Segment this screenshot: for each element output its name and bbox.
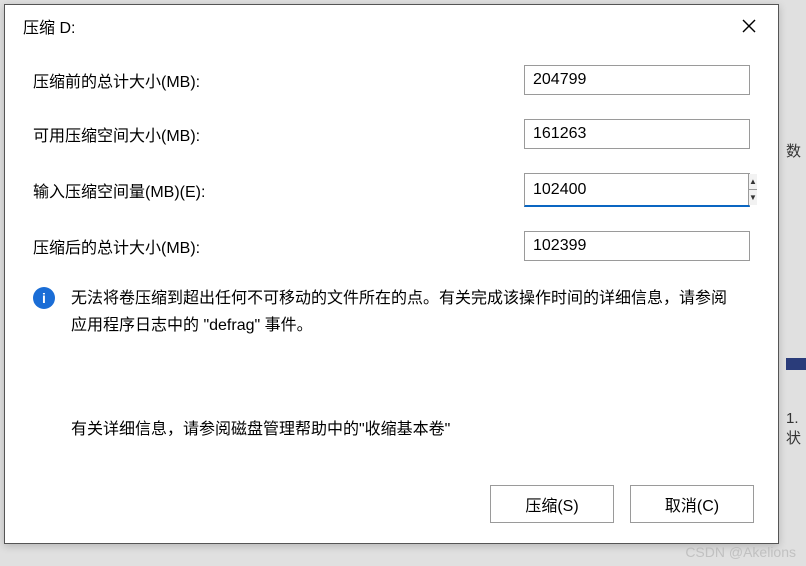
info-icon: i: [33, 287, 55, 309]
dialog-buttons: 压缩(S) 取消(C): [490, 485, 754, 523]
spinner-up-button[interactable]: ▲: [749, 174, 757, 190]
shrink-amount-spinner[interactable]: ▲ ▼: [524, 173, 750, 207]
dialog-title: 压缩 D:: [23, 14, 75, 38]
row-shrink-amount: 输入压缩空间量(MB)(E): ▲ ▼: [33, 173, 750, 207]
watermark: CSDN @Akelions: [685, 544, 796, 560]
background-bar: [786, 358, 806, 370]
shrink-volume-dialog: 压缩 D: 压缩前的总计大小(MB): 204799 可用压缩空间大小(MB):…: [4, 4, 779, 544]
info-message: 无法将卷压缩到超出任何不可移动的文件所在的点。有关完成该操作时间的详细信息，请参…: [71, 285, 742, 339]
row-size-before: 压缩前的总计大小(MB): 204799: [33, 65, 750, 95]
close-icon: [742, 19, 756, 33]
label-shrink-amount: 输入压缩空间量(MB)(E):: [33, 178, 524, 202]
label-size-after: 压缩后的总计大小(MB):: [33, 234, 524, 258]
field-size-before: 204799: [524, 65, 750, 95]
cancel-button[interactable]: 取消(C): [630, 485, 754, 523]
field-available-space: 161263: [524, 119, 750, 149]
spinner-buttons: ▲ ▼: [748, 174, 757, 205]
shrink-button[interactable]: 压缩(S): [490, 485, 614, 523]
info-message-2: 有关详细信息，请参阅磁盘管理帮助中的"收缩基本卷": [71, 415, 750, 439]
label-size-before: 压缩前的总计大小(MB):: [33, 68, 524, 92]
close-button[interactable]: [734, 11, 764, 41]
spinner-down-button[interactable]: ▼: [749, 190, 757, 205]
row-available-space: 可用压缩空间大小(MB): 161263: [33, 119, 750, 149]
label-available-space: 可用压缩空间大小(MB):: [33, 122, 524, 146]
background-text: 数: [786, 140, 806, 170]
titlebar: 压缩 D:: [5, 5, 778, 47]
field-size-after: 102399: [524, 231, 750, 261]
row-size-after: 压缩后的总计大小(MB): 102399: [33, 231, 750, 261]
shrink-amount-input[interactable]: [525, 174, 748, 205]
dialog-content: 压缩前的总计大小(MB): 204799 可用压缩空间大小(MB): 16126…: [5, 47, 778, 439]
background-text-2: 1.状: [786, 410, 806, 448]
info-row: i 无法将卷压缩到超出任何不可移动的文件所在的点。有关完成该操作时间的详细信息，…: [33, 285, 750, 339]
